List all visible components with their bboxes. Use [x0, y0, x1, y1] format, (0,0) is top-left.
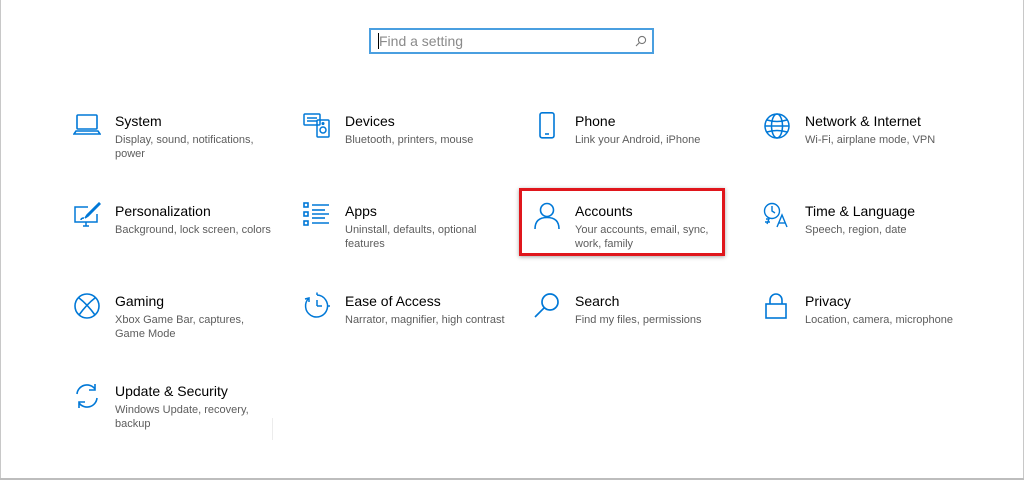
search-icon[interactable] — [630, 30, 652, 52]
magnifier-icon — [532, 292, 562, 324]
tile-title: Accounts — [575, 203, 633, 219]
divider — [272, 418, 273, 440]
keyboard-speaker-icon — [302, 112, 332, 144]
tile-title: Ease of Access — [345, 293, 441, 309]
paintbrush-display-icon — [72, 202, 102, 234]
tile-privacy[interactable]: Privacy Location, camera, microphone — [762, 292, 972, 368]
phone-icon — [532, 112, 562, 144]
tile-description: Find my files, permissions — [575, 314, 702, 326]
tile-description: Windows Update, recovery, backup — [115, 404, 249, 430]
tile-title: Personalization — [115, 203, 211, 219]
tile-update-security[interactable]: Update & Security Windows Update, recove… — [72, 382, 282, 458]
tile-description: Bluetooth, printers, mouse — [345, 134, 474, 146]
tile-title: Privacy — [805, 293, 851, 309]
tile-ease-of-access[interactable]: Ease of Access Narrator, magnifier, high… — [302, 292, 512, 368]
person-icon — [532, 202, 562, 234]
tile-devices[interactable]: Devices Bluetooth, printers, mouse — [302, 112, 512, 188]
tile-title: System — [115, 113, 162, 129]
tile-network-internet[interactable]: Network & Internet Wi-Fi, airplane mode,… — [762, 112, 972, 188]
tile-title: Search — [575, 293, 620, 309]
tile-gaming[interactable]: Gaming Xbox Game Bar, captures, Game Mod… — [72, 292, 282, 368]
tile-accounts[interactable]: Accounts Your accounts, email, sync, wor… — [532, 202, 742, 278]
tile-description: Background, lock screen, colors — [115, 224, 271, 236]
search-input[interactable] — [371, 30, 630, 52]
tile-title: Time & Language — [805, 203, 915, 219]
text-caret — [378, 33, 379, 49]
tile-description: Uninstall, defaults, optional features — [345, 224, 477, 250]
language-icon — [762, 202, 792, 234]
tile-description: Display, sound, notifications, power — [115, 134, 254, 160]
apps-list-icon — [302, 202, 332, 234]
tile-description: Xbox Game Bar, captures, Game Mode — [115, 314, 245, 340]
tile-description: Location, camera, microphone — [805, 314, 953, 326]
tile-description: Your accounts, email, sync, work, family — [575, 224, 709, 250]
tile-search[interactable]: Search Find my files, permissions — [532, 292, 742, 368]
tile-title: Gaming — [115, 293, 165, 309]
tile-time-language[interactable]: Time & Language Speech, region, date — [762, 202, 972, 278]
tile-title: Network & Internet — [805, 113, 921, 129]
search-box[interactable] — [369, 28, 654, 54]
tile-system[interactable]: System Display, sound, notifications, po… — [72, 112, 282, 188]
tile-description: Speech, region, date — [805, 224, 907, 236]
lock-icon — [762, 292, 792, 324]
tile-description: Narrator, magnifier, high contrast — [345, 314, 505, 326]
xbox-icon — [72, 292, 102, 324]
ease-of-access-timer-icon — [302, 292, 332, 324]
laptop-icon — [72, 112, 102, 144]
tile-title: Apps — [345, 203, 377, 219]
tile-personalization[interactable]: Personalization Background, lock screen,… — [72, 202, 282, 278]
tile-description: Link your Android, iPhone — [575, 134, 701, 146]
tile-apps[interactable]: Apps Uninstall, defaults, optional featu… — [302, 202, 512, 278]
tile-title: Devices — [345, 113, 395, 129]
tile-phone[interactable]: Phone Link your Android, iPhone — [532, 112, 742, 188]
sync-arrows-icon — [72, 382, 102, 414]
tile-title: Phone — [575, 113, 616, 129]
tile-description: Wi-Fi, airplane mode, VPN — [805, 134, 936, 146]
tile-title: Update & Security — [115, 383, 228, 399]
globe-icon — [762, 112, 792, 144]
